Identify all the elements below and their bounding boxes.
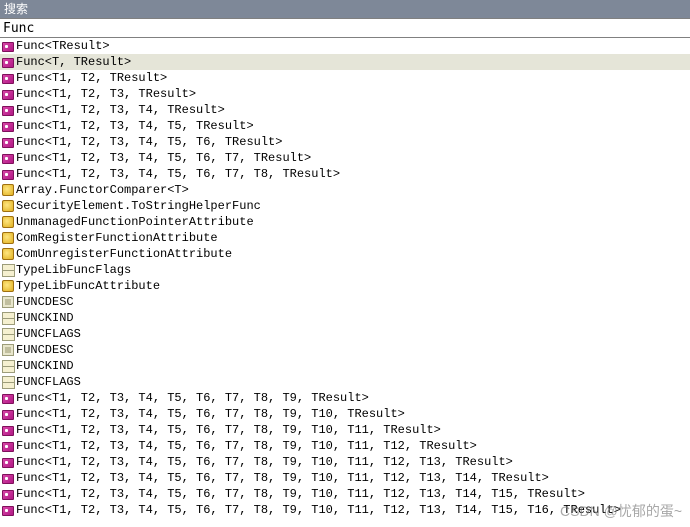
enum-icon xyxy=(2,360,14,372)
struct-icon xyxy=(2,344,14,356)
window-titlebar: 搜索 xyxy=(0,0,690,18)
list-item-label: Func<T1, T2, T3, T4, T5, T6, T7, T8, T9,… xyxy=(16,438,477,454)
class-icon xyxy=(2,200,14,212)
list-item[interactable]: Func<T1, T2, T3, T4, T5, T6, TResult> xyxy=(0,134,690,150)
class-icon xyxy=(2,216,14,228)
list-item-label: FUNCKIND xyxy=(16,310,74,326)
list-item[interactable]: Func<T1, T2, T3, TResult> xyxy=(0,86,690,102)
delegate-icon xyxy=(2,394,14,404)
list-item[interactable]: Func<T1, T2, T3, T4, T5, T6, T7, T8, T9,… xyxy=(0,422,690,438)
delegate-icon xyxy=(2,74,14,84)
list-item-label: Func<T, TResult> xyxy=(16,54,131,70)
list-item[interactable]: FUNCDESC xyxy=(0,342,690,358)
list-item[interactable]: ComUnregisterFunctionAttribute xyxy=(0,246,690,262)
list-item-label: TypeLibFuncAttribute xyxy=(16,278,160,294)
list-item[interactable]: Func<T1, T2, T3, T4, T5, T6, T7, T8, TRe… xyxy=(0,166,690,182)
list-item[interactable]: Func<T1, T2, T3, T4, T5, T6, T7, T8, T9,… xyxy=(0,454,690,470)
list-item[interactable]: Func<T1, T2, T3, T4, T5, T6, T7, T8, T9,… xyxy=(0,486,690,502)
list-item[interactable]: FUNCKIND xyxy=(0,358,690,374)
enum-icon xyxy=(2,376,14,388)
list-item-label: Func<T1, T2, T3, T4, T5, T6, T7, T8, T9,… xyxy=(16,390,369,406)
list-item[interactable]: FUNCKIND xyxy=(0,310,690,326)
list-item-label: Func<T1, T2, T3, T4, T5, T6, T7, T8, T9,… xyxy=(16,470,549,486)
delegate-icon xyxy=(2,474,14,484)
delegate-icon xyxy=(2,426,14,436)
list-item[interactable]: Func<T, TResult> xyxy=(0,54,690,70)
list-item-label: TypeLibFuncFlags xyxy=(16,262,131,278)
list-item[interactable]: Func<T1, T2, T3, T4, T5, T6, T7, T8, T9,… xyxy=(0,406,690,422)
list-item-label: FUNCDESC xyxy=(16,342,74,358)
list-item[interactable]: Func<T1, T2, T3, T4, TResult> xyxy=(0,102,690,118)
list-item-label: SecurityElement.ToStringHelperFunc xyxy=(16,198,261,214)
results-list[interactable]: Func<TResult>Func<T, TResult>Func<T1, T2… xyxy=(0,38,690,518)
list-item-label: Func<T1, T2, T3, T4, T5, T6, TResult> xyxy=(16,134,282,150)
delegate-icon xyxy=(2,154,14,164)
list-item-label: Array.FunctorComparer<T> xyxy=(16,182,189,198)
list-item[interactable]: SecurityElement.ToStringHelperFunc xyxy=(0,198,690,214)
list-item[interactable]: Func<T1, T2, T3, T4, T5, T6, T7, T8, T9,… xyxy=(0,438,690,454)
list-item[interactable]: UnmanagedFunctionPointerAttribute xyxy=(0,214,690,230)
list-item-label: Func<T1, T2, T3, T4, T5, T6, T7, T8, T9,… xyxy=(16,486,585,502)
list-item[interactable]: Func<T1, T2, T3, T4, T5, T6, T7, T8, T9,… xyxy=(0,502,690,518)
list-item-label: FUNCFLAGS xyxy=(16,374,81,390)
enum-icon xyxy=(2,312,14,324)
delegate-icon xyxy=(2,42,14,52)
list-item-label: Func<T1, T2, T3, T4, T5, T6, T7, T8, T9,… xyxy=(16,454,513,470)
list-item[interactable]: Func<T1, T2, T3, T4, T5, T6, T7, TResult… xyxy=(0,150,690,166)
list-item[interactable]: FUNCFLAGS xyxy=(0,374,690,390)
delegate-icon xyxy=(2,506,14,516)
list-item[interactable]: Func<T1, T2, T3, T4, T5, T6, T7, T8, T9,… xyxy=(0,470,690,486)
list-item-label: FUNCFLAGS xyxy=(16,326,81,342)
list-item-label: FUNCKIND xyxy=(16,358,74,374)
list-item-label: ComRegisterFunctionAttribute xyxy=(16,230,218,246)
delegate-icon xyxy=(2,122,14,132)
list-item[interactable]: TypeLibFuncAttribute xyxy=(0,278,690,294)
list-item-label: Func<T1, T2, TResult> xyxy=(16,70,167,86)
delegate-icon xyxy=(2,138,14,148)
list-item[interactable]: TypeLibFuncFlags xyxy=(0,262,690,278)
list-item[interactable]: FUNCDESC xyxy=(0,294,690,310)
list-item-label: Func<T1, T2, T3, T4, T5, T6, T7, T8, TRe… xyxy=(16,166,340,182)
list-item-label: Func<T1, T2, T3, T4, T5, TResult> xyxy=(16,118,254,134)
list-item-label: FUNCDESC xyxy=(16,294,74,310)
enum-icon xyxy=(2,264,14,276)
delegate-icon xyxy=(2,90,14,100)
list-item[interactable]: Func<T1, T2, T3, T4, T5, T6, T7, T8, T9,… xyxy=(0,390,690,406)
delegate-icon xyxy=(2,58,14,68)
delegate-icon xyxy=(2,442,14,452)
list-item[interactable]: FUNCFLAGS xyxy=(0,326,690,342)
list-item[interactable]: Func<T1, T2, T3, T4, T5, TResult> xyxy=(0,118,690,134)
list-item-label: Func<T1, T2, T3, T4, T5, T6, T7, TResult… xyxy=(16,150,311,166)
list-item-label: Func<TResult> xyxy=(16,38,110,54)
delegate-icon xyxy=(2,458,14,468)
list-item-label: Func<T1, T2, T3, T4, T5, T6, T7, T8, T9,… xyxy=(16,406,405,422)
list-item[interactable]: ComRegisterFunctionAttribute xyxy=(0,230,690,246)
list-item[interactable]: Func<TResult> xyxy=(0,38,690,54)
list-item[interactable]: Array.FunctorComparer<T> xyxy=(0,182,690,198)
delegate-icon xyxy=(2,490,14,500)
class-icon xyxy=(2,280,14,292)
search-input[interactable] xyxy=(0,18,690,38)
class-icon xyxy=(2,184,14,196)
delegate-icon xyxy=(2,170,14,180)
list-item-label: Func<T1, T2, T3, T4, TResult> xyxy=(16,102,225,118)
list-item-label: ComUnregisterFunctionAttribute xyxy=(16,246,232,262)
list-item-label: UnmanagedFunctionPointerAttribute xyxy=(16,214,254,230)
enum-icon xyxy=(2,328,14,340)
class-icon xyxy=(2,248,14,260)
list-item-label: Func<T1, T2, T3, TResult> xyxy=(16,86,196,102)
list-item-label: Func<T1, T2, T3, T4, T5, T6, T7, T8, T9,… xyxy=(16,422,441,438)
delegate-icon xyxy=(2,106,14,116)
delegate-icon xyxy=(2,410,14,420)
window-title: 搜索 xyxy=(4,2,28,16)
list-item-label: Func<T1, T2, T3, T4, T5, T6, T7, T8, T9,… xyxy=(16,502,621,518)
struct-icon xyxy=(2,296,14,308)
class-icon xyxy=(2,232,14,244)
list-item[interactable]: Func<T1, T2, TResult> xyxy=(0,70,690,86)
